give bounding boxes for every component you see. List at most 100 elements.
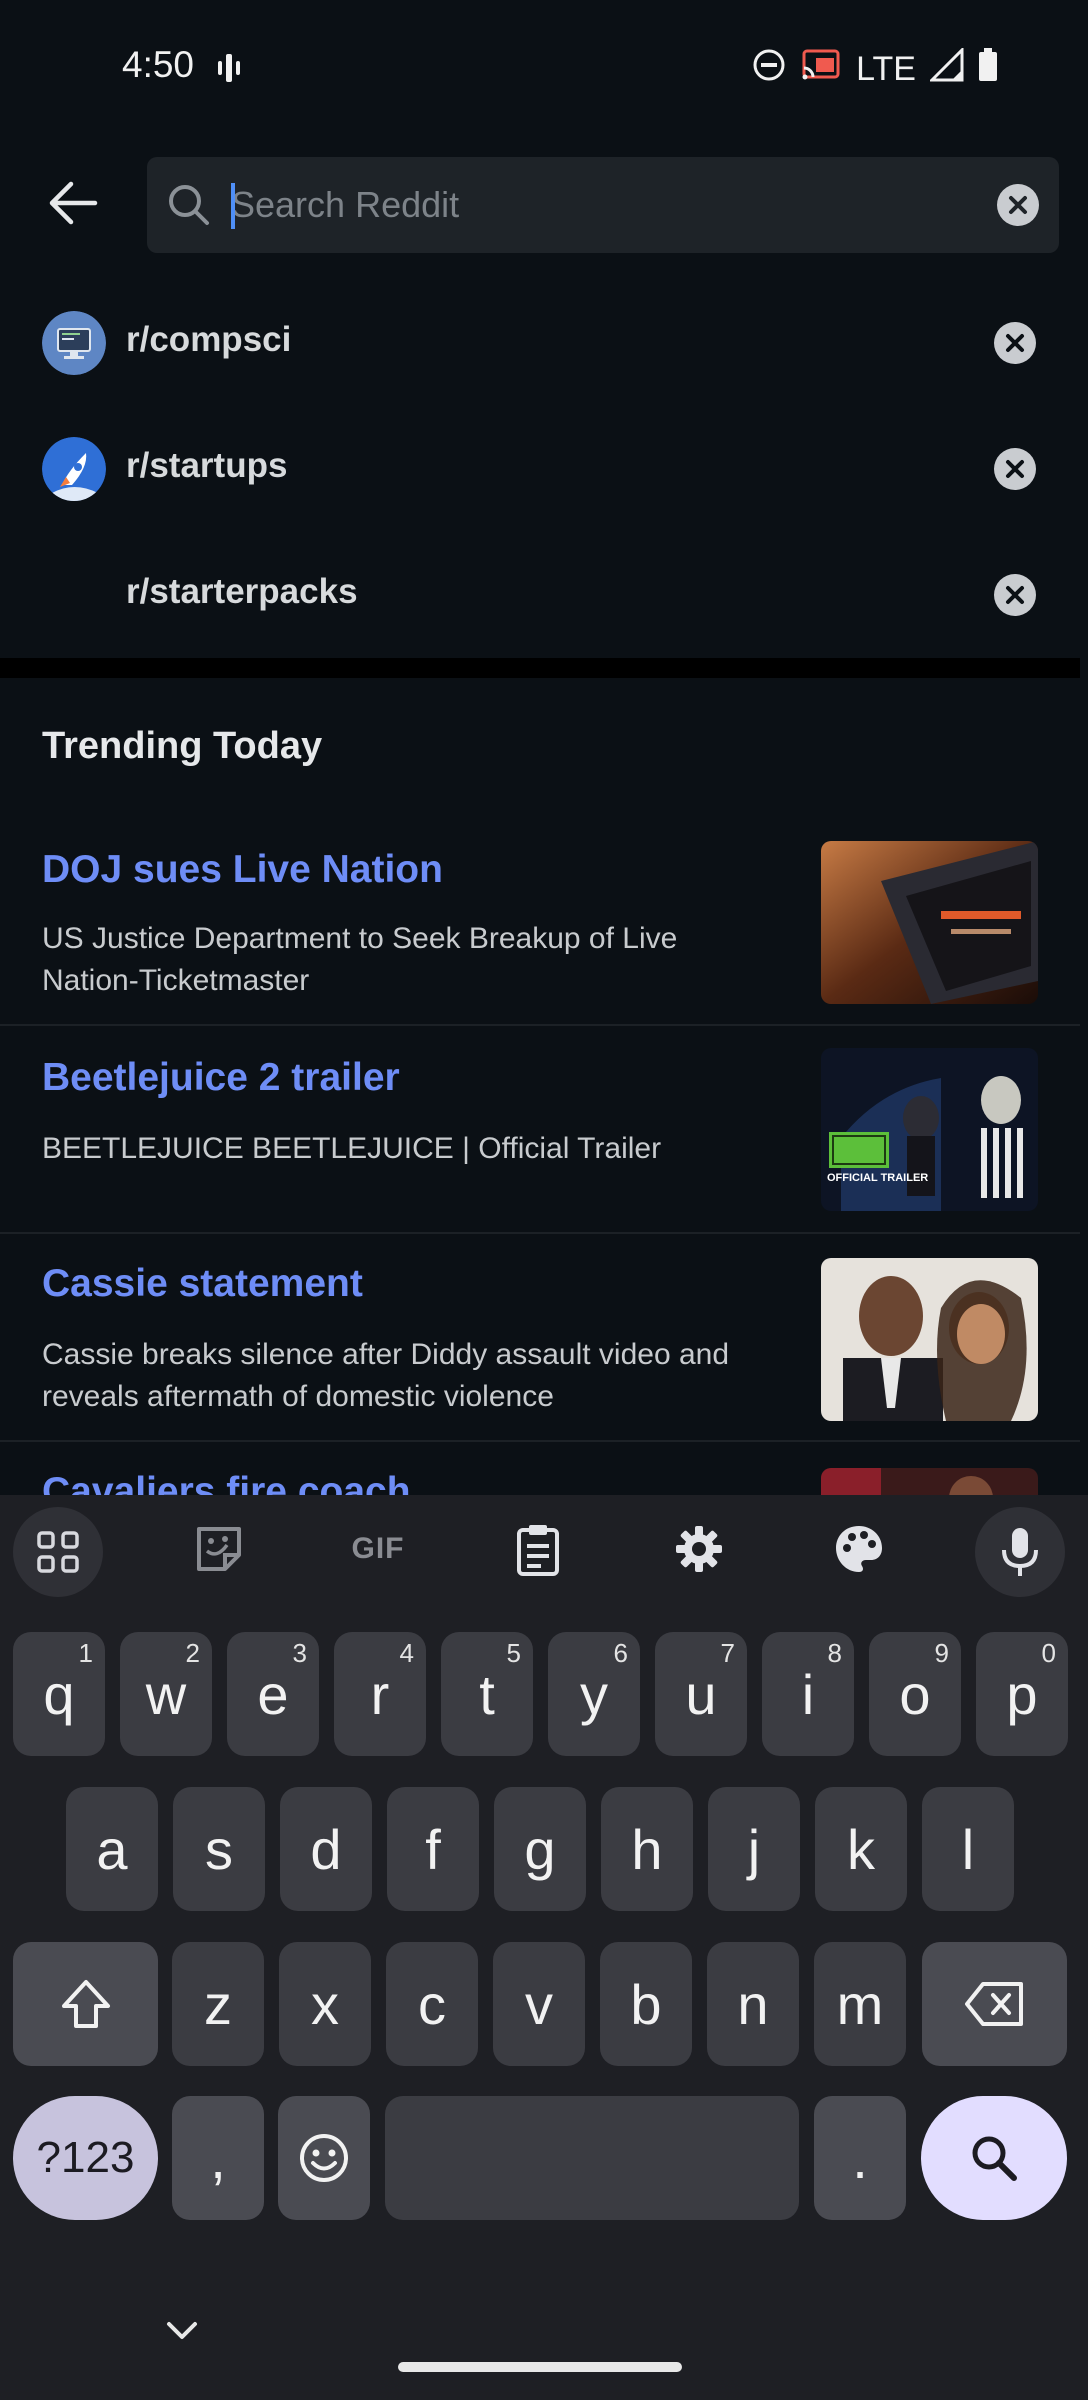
key-hint: 2 — [185, 1638, 200, 1668]
key-a[interactable]: a — [66, 1787, 158, 1911]
key-q[interactable]: q1 — [13, 1632, 105, 1756]
trending-subtitle: Cassie breaks silence after Diddy assaul… — [42, 1338, 730, 1413]
sticker-icon — [197, 1527, 241, 1571]
close-icon — [1006, 586, 1024, 604]
key-b[interactable]: b — [600, 1942, 692, 2066]
key-hint: 5 — [506, 1638, 521, 1668]
cassie-thumbnail — [821, 1258, 1038, 1421]
key-hint: 7 — [720, 1638, 735, 1668]
back-button[interactable] — [42, 172, 104, 234]
trending-item[interactable]: Beetlejuice 2 trailer BEETLEJUICE BEETLE… — [0, 1026, 1080, 1234]
key-label: o — [899, 1662, 931, 1726]
trending-subtitle: US Justice Department to Seek Breakup of… — [42, 922, 678, 997]
search-bar[interactable] — [147, 157, 1059, 253]
key-label: i — [801, 1662, 815, 1726]
symbols-key[interactable]: ?123 — [13, 2096, 158, 2220]
startups-avatar-icon — [42, 437, 106, 501]
search-input[interactable] — [231, 175, 951, 235]
theme-button[interactable] — [814, 1517, 904, 1581]
key-label: r — [370, 1662, 390, 1726]
key-label: w — [145, 1662, 187, 1726]
key-w[interactable]: w2 — [120, 1632, 212, 1756]
recent-search-item[interactable]: r/starterpacks — [0, 532, 1080, 658]
grid-icon — [37, 1531, 79, 1573]
trending-title: Cassie statement — [42, 1262, 363, 1305]
gif-label: GIF — [351, 1532, 405, 1565]
chevron-down-icon — [167, 2322, 197, 2339]
key-hint: 8 — [827, 1638, 842, 1668]
key-x[interactable]: x — [279, 1942, 371, 2066]
search-key[interactable] — [921, 2096, 1067, 2220]
space-key[interactable] — [385, 2096, 799, 2220]
trending-item[interactable]: Cassie statement Cassie breaks silence a… — [0, 1234, 1080, 1442]
apps-grid-button[interactable] — [13, 1507, 103, 1597]
key-o[interactable]: o9 — [869, 1632, 961, 1756]
key-label: y — [580, 1662, 608, 1726]
key-hint: 9 — [934, 1638, 949, 1668]
trending-subtitle: BEETLEJUICE BEETLEJUICE | Official Trail… — [42, 1132, 662, 1165]
backspace-key[interactable] — [922, 1942, 1067, 2066]
home-indicator[interactable] — [398, 2362, 682, 2372]
key-c[interactable]: c — [386, 1942, 478, 2066]
key-h[interactable]: h — [601, 1787, 693, 1911]
key-z[interactable]: z — [172, 1942, 264, 2066]
recent-search-label: r/compsci — [126, 320, 292, 359]
key-hint: 6 — [613, 1638, 628, 1668]
hide-keyboard-button[interactable] — [166, 2320, 198, 2347]
key-hint: 0 — [1041, 1638, 1056, 1668]
gif-button[interactable]: GIF — [333, 1517, 423, 1581]
key-f[interactable]: f — [387, 1787, 479, 1911]
recent-search-item[interactable]: r/compsci — [0, 280, 1080, 406]
keyboard: GIF ?123 , . q1w2e3r4t5y6u7i8o9p0asdfghj… — [0, 1495, 1088, 2400]
key-r[interactable]: r4 — [334, 1632, 426, 1756]
network-label: LTE — [856, 50, 916, 88]
search-icon — [972, 2136, 1017, 2181]
key-s[interactable]: s — [173, 1787, 265, 1911]
trending-title: Beetlejuice 2 trailer — [42, 1056, 400, 1099]
period-key[interactable]: . — [814, 2096, 906, 2220]
recent-search-item[interactable]: r/startups — [0, 406, 1080, 532]
key-j[interactable]: j — [708, 1787, 800, 1911]
key-d[interactable]: d — [280, 1787, 372, 1911]
clipboard-button[interactable] — [493, 1517, 583, 1581]
close-icon — [1009, 196, 1027, 214]
remove-recent-button[interactable] — [994, 322, 1036, 364]
key-y[interactable]: y6 — [548, 1632, 640, 1756]
trending-title: DOJ sues Live Nation — [42, 848, 443, 891]
shift-key[interactable] — [13, 1942, 158, 2066]
shift-icon — [61, 1980, 110, 2028]
status-time: 4:50 — [122, 44, 195, 85]
voice-input-button[interactable] — [975, 1507, 1065, 1597]
key-i[interactable]: i8 — [762, 1632, 854, 1756]
sticker-button[interactable] — [174, 1517, 264, 1581]
key-label: q — [43, 1662, 75, 1726]
remove-recent-button[interactable] — [994, 448, 1036, 490]
key-hint: 4 — [399, 1638, 414, 1668]
key-hint: 3 — [292, 1638, 307, 1668]
microphone-icon — [1002, 1528, 1038, 1576]
key-t[interactable]: t5 — [441, 1632, 533, 1756]
key-l[interactable]: l — [922, 1787, 1014, 1911]
key-k[interactable]: k — [815, 1787, 907, 1911]
settings-button[interactable] — [654, 1517, 744, 1581]
trending-item[interactable]: DOJ sues Live Nation US Justice Departme… — [0, 826, 1080, 1026]
remove-recent-button[interactable] — [994, 574, 1036, 616]
trending-item[interactable]: Cavaliers fire coach — [0, 1442, 1080, 1513]
key-m[interactable]: m — [814, 1942, 906, 2066]
key-v[interactable]: v — [493, 1942, 585, 2066]
emoji-icon — [300, 2134, 348, 2182]
key-u[interactable]: u7 — [655, 1632, 747, 1756]
key-p[interactable]: p0 — [976, 1632, 1068, 1756]
recent-search-label: r/startups — [126, 446, 288, 485]
arrow-left-icon — [49, 181, 98, 225]
key-e[interactable]: e3 — [227, 1632, 319, 1756]
compsci-avatar-icon — [42, 311, 106, 375]
palette-icon — [836, 1526, 882, 1572]
key-g[interactable]: g — [494, 1787, 586, 1911]
dnd-icon — [752, 48, 786, 91]
clear-search-button[interactable] — [997, 184, 1039, 226]
emoji-key[interactable] — [278, 2096, 370, 2220]
close-icon — [1006, 460, 1024, 478]
comma-key[interactable]: , — [172, 2096, 264, 2220]
key-n[interactable]: n — [707, 1942, 799, 2066]
